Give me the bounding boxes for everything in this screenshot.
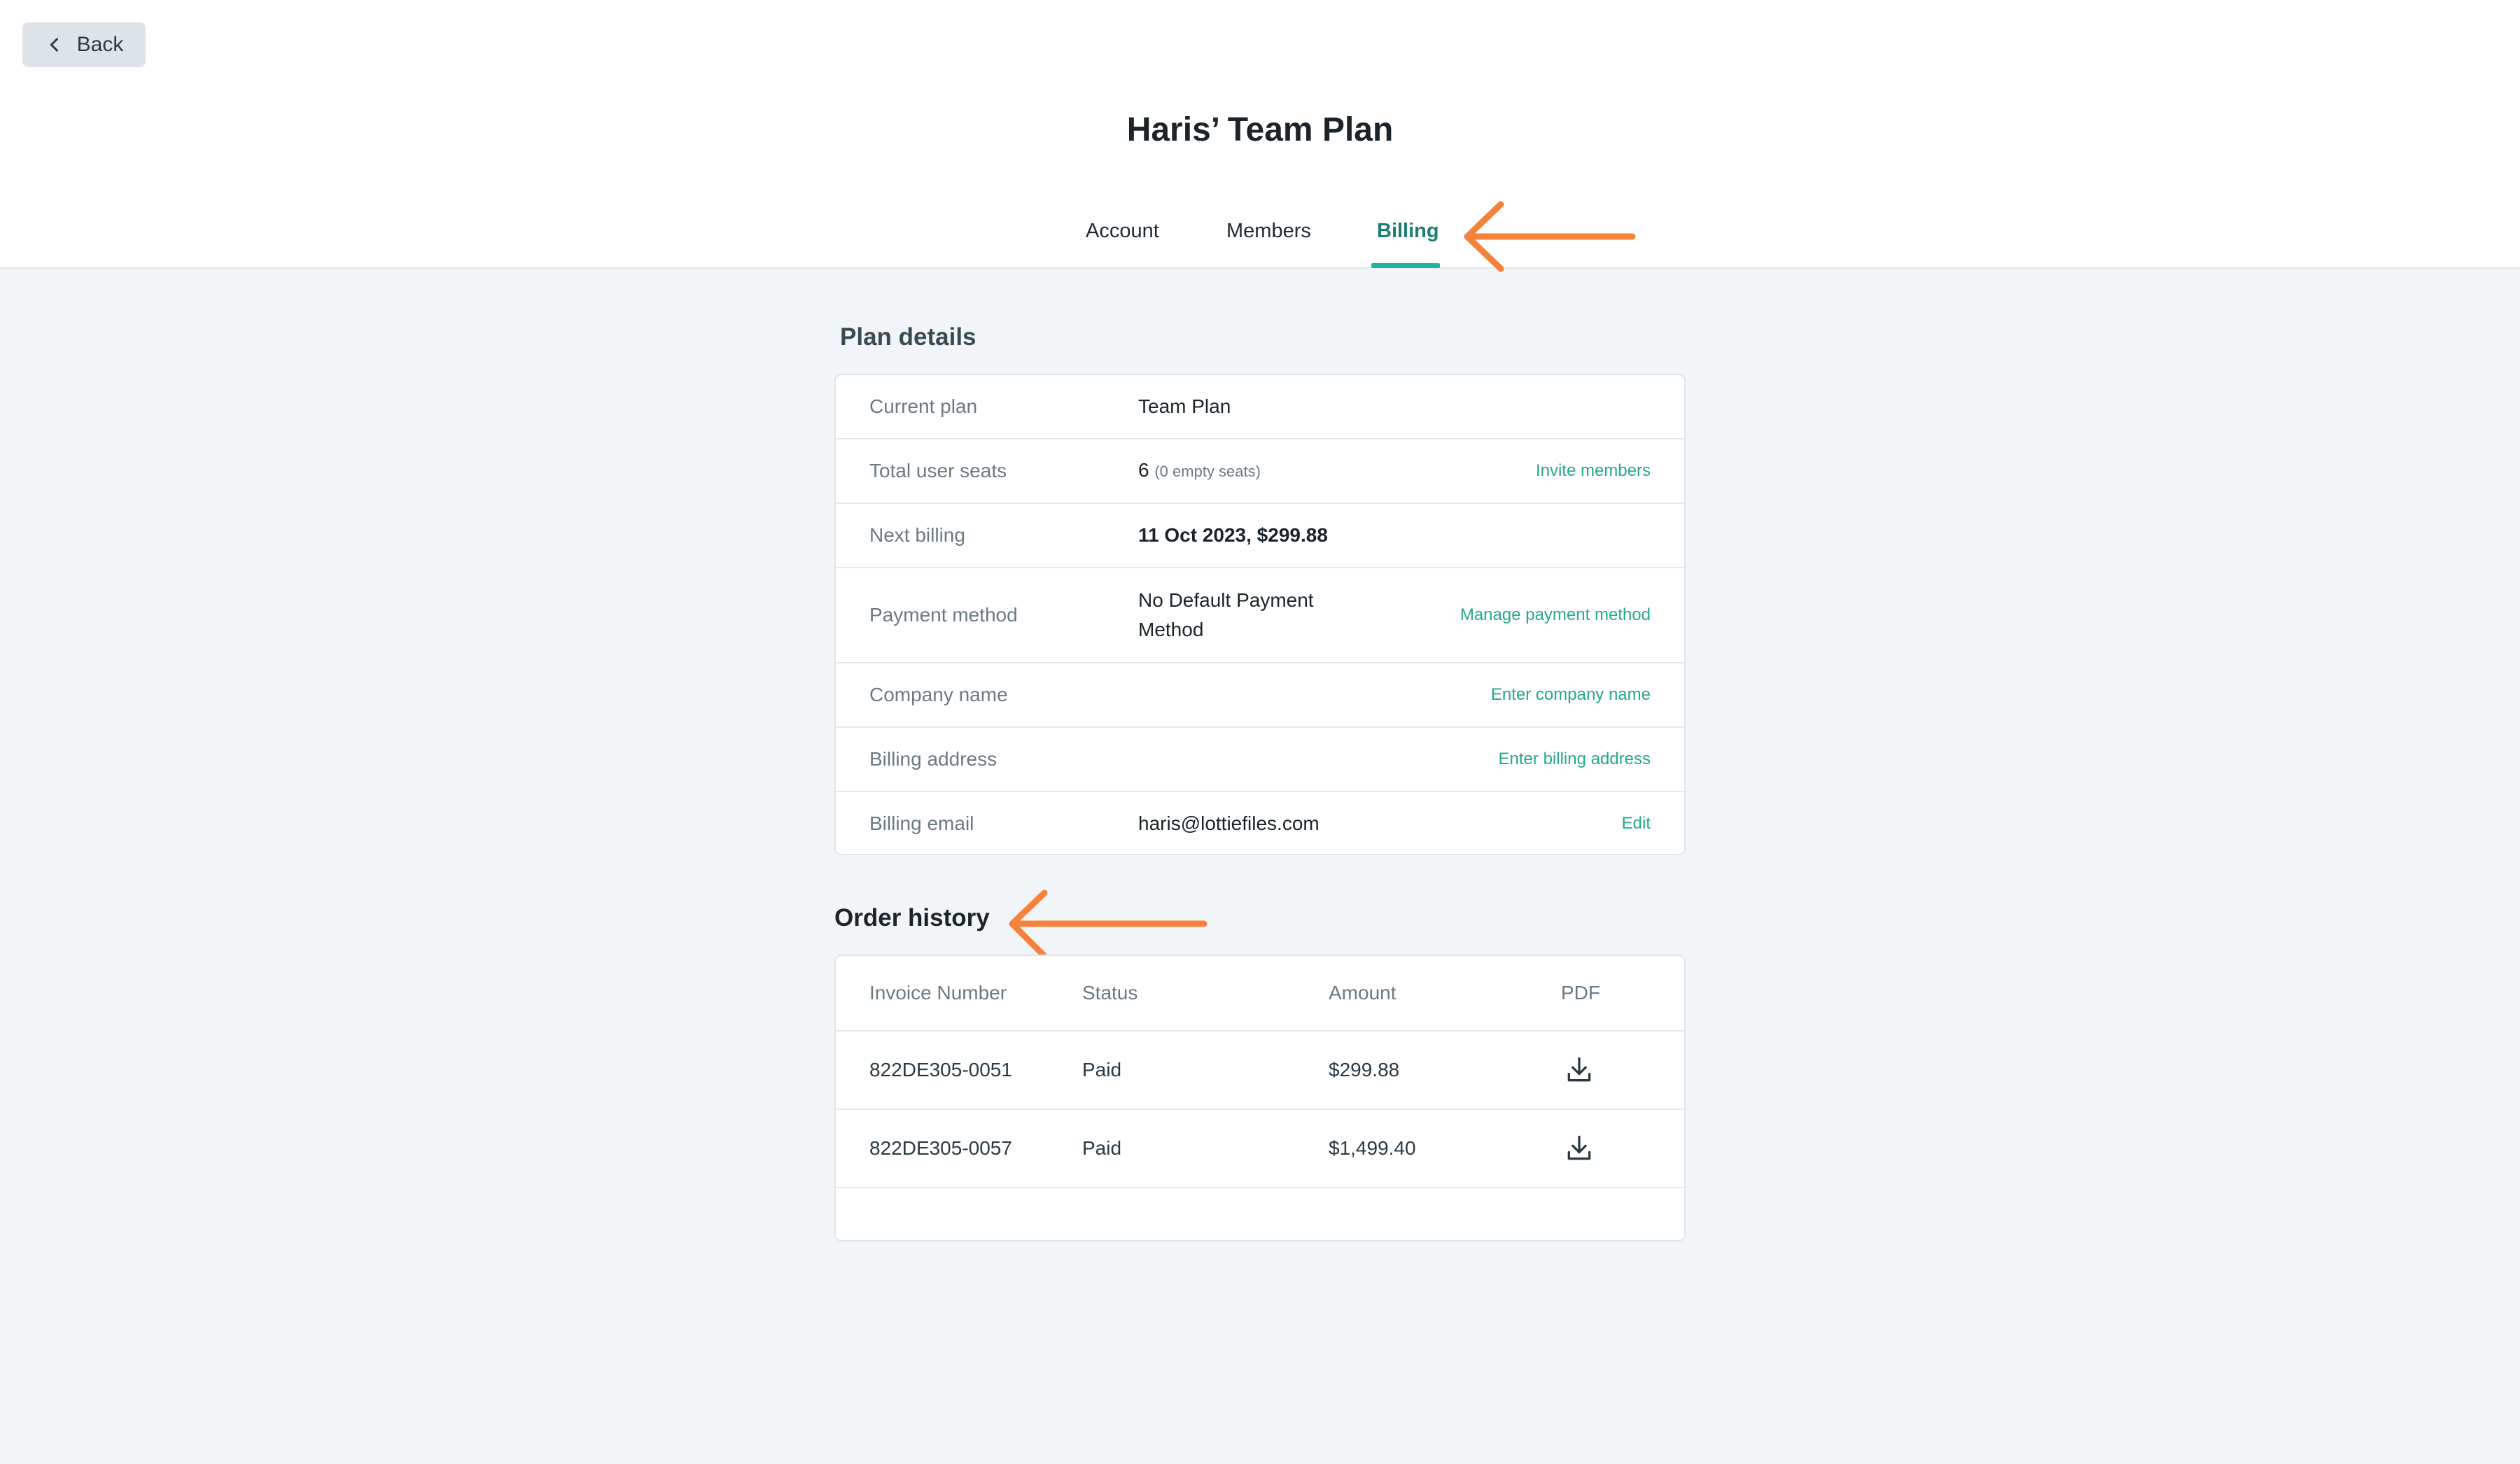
row-value: No Default Payment Method [1138, 586, 1314, 645]
arrow-left-icon [1464, 201, 1636, 272]
row-label: Current plan [869, 395, 978, 417]
top-header: Back Haris’ Team Plan Account Members Bi… [0, 0, 2520, 269]
row-label: Payment method [869, 604, 1018, 626]
table-row: 822DE305-0051 Paid $299.88 [836, 1032, 1684, 1110]
column-header-invoice: Invoice Number [869, 982, 1007, 1004]
column-header-amount: Amount [1329, 982, 1396, 1004]
chevron-left-icon [50, 38, 58, 52]
back-button-label: Back [76, 33, 124, 56]
column-header-pdf: PDF [1561, 982, 1600, 1004]
tab-members[interactable]: Members [1226, 220, 1311, 243]
page-title: Haris’ Team Plan [1126, 111, 1394, 148]
row-value: Team Plan [1138, 395, 1231, 417]
arrow-left-icon [1009, 889, 1208, 959]
row-label: Next billing [869, 524, 965, 546]
plan-row-billing-address: Billing address Enter billing address [836, 728, 1684, 792]
row-label: Total user seats [869, 460, 1007, 481]
edit-billing-email-link[interactable]: Edit [1622, 814, 1651, 833]
seat-count: 6 [1138, 459, 1149, 481]
enter-company-name-link[interactable]: Enter company name [1491, 685, 1651, 705]
order-history-table: Invoice Number Status Amount PDF 822DE30… [834, 955, 1686, 1241]
row-value: haris@lottiefiles.com [1138, 812, 1320, 834]
plan-details-card: Current plan Team Plan Total user seats … [834, 374, 1686, 855]
row-label: Company name [869, 684, 1008, 705]
tab-account[interactable]: Account [1086, 220, 1159, 243]
back-button[interactable]: Back [22, 22, 146, 67]
column-header-status: Status [1082, 982, 1138, 1004]
row-value: 11 Oct 2023, $299.88 [1138, 524, 1328, 546]
plan-row-user-seats: Total user seats 6 (0 empty seats) Invit… [836, 439, 1684, 504]
row-label: Billing address [869, 748, 997, 770]
plan-details-title: Plan details [840, 323, 976, 351]
table-row: 822DE305-0057 Paid $1,499.40 [836, 1110, 1684, 1188]
tab-billing[interactable]: Billing [1377, 220, 1439, 243]
invoice-status: Paid [1082, 1137, 1122, 1159]
download-icon[interactable] [1564, 1133, 1595, 1164]
active-tab-indicator [1371, 263, 1440, 268]
payment-method-line2: Method [1138, 619, 1204, 640]
manage-payment-method-link[interactable]: Manage payment method [1460, 605, 1651, 625]
invoice-amount: $1,499.40 [1329, 1137, 1416, 1159]
invoice-number: 822DE305-0051 [869, 1059, 1012, 1081]
table-header-row: Invoice Number Status Amount PDF [836, 956, 1684, 1032]
row-value: 6 (0 empty seats) [1138, 456, 1261, 486]
invoice-amount: $299.88 [1329, 1059, 1400, 1081]
empty-seats-note: (0 empty seats) [1154, 463, 1261, 480]
plan-row-billing-email: Billing email haris@lottiefiles.com Edit [836, 792, 1684, 854]
tab-bar: Account Members Billing [0, 214, 2520, 269]
plan-row-payment-method: Payment method No Default Payment Method… [836, 568, 1684, 663]
plan-row-company-name: Company name Enter company name [836, 663, 1684, 728]
invite-members-link[interactable]: Invite members [1536, 461, 1651, 481]
plan-row-current-plan: Current plan Team Plan [836, 375, 1684, 439]
payment-method-line1: No Default Payment [1138, 589, 1314, 611]
enter-billing-address-link[interactable]: Enter billing address [1499, 749, 1651, 769]
order-history-title: Order history [834, 904, 990, 931]
download-icon[interactable] [1564, 1055, 1595, 1085]
plan-row-next-billing: Next billing 11 Oct 2023, $299.88 [836, 504, 1684, 568]
row-label: Billing email [869, 812, 974, 834]
invoice-status: Paid [1082, 1059, 1122, 1081]
invoice-number: 822DE305-0057 [869, 1137, 1012, 1159]
